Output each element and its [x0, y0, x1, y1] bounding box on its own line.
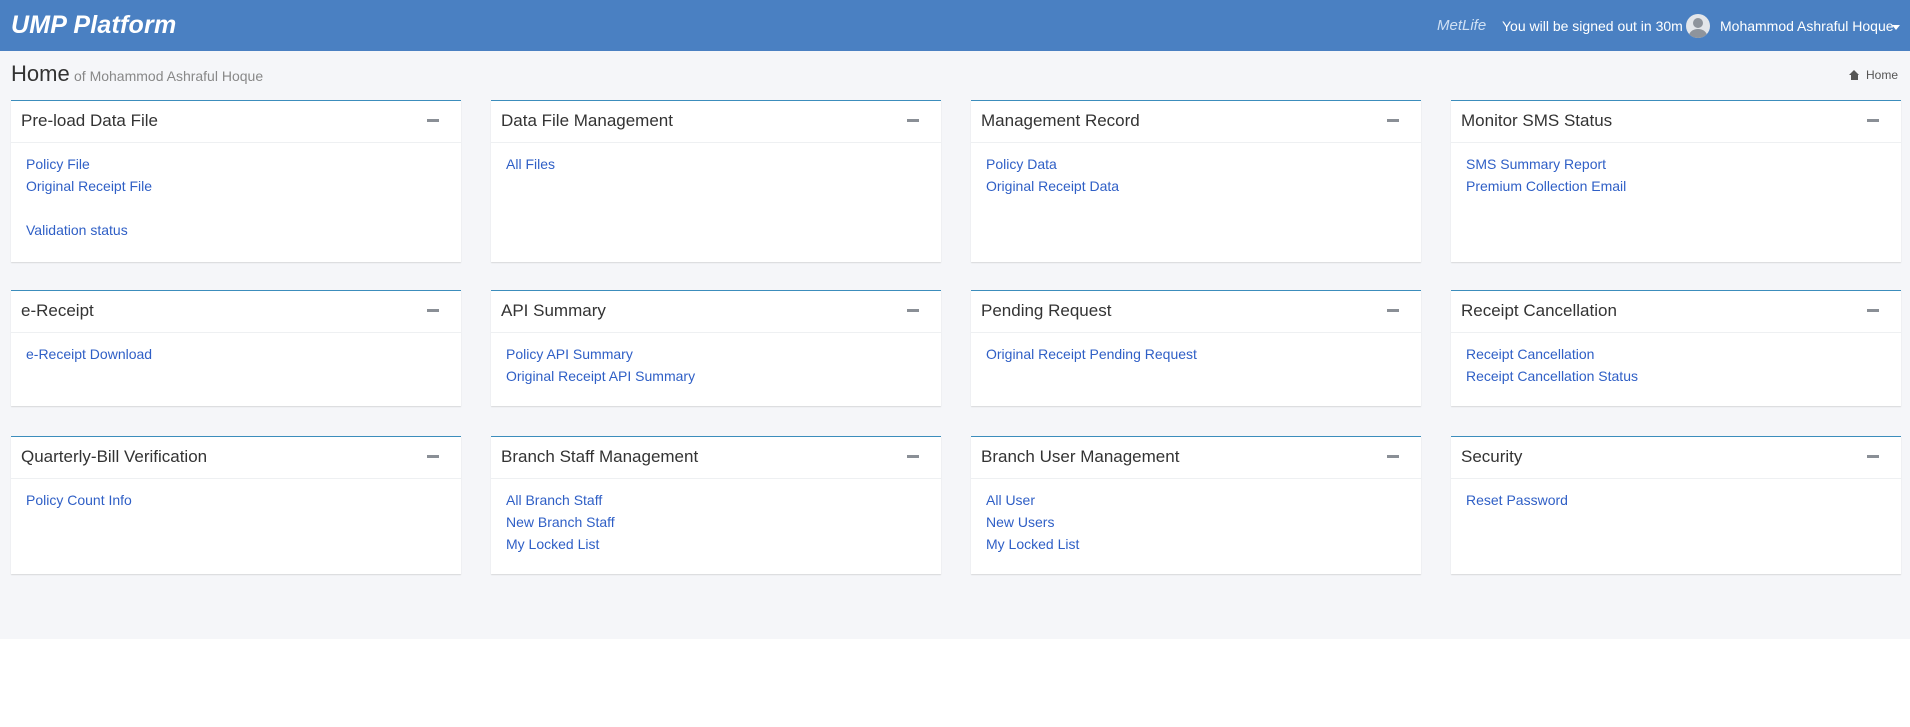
box-e-receipt: e-Receipt e-Receipt Download	[11, 290, 461, 406]
minus-icon[interactable]	[1387, 455, 1399, 458]
link-original-receipt-data[interactable]: Original Receipt Data	[986, 175, 1406, 197]
box-data-file-management: Data File Management All Files	[491, 100, 941, 262]
link-new-branch-staff[interactable]: New Branch Staff	[506, 511, 926, 533]
box-title: Quarterly-Bill Verification	[21, 447, 208, 466]
box-title: Security	[1461, 447, 1523, 466]
minus-icon[interactable]	[907, 309, 919, 312]
link-receipt-cancellation-status[interactable]: Receipt Cancellation Status	[1466, 365, 1886, 387]
minus-icon[interactable]	[427, 455, 439, 458]
link-policy-data[interactable]: Policy Data	[986, 153, 1406, 175]
link-premium-collection-email[interactable]: Premium Collection Email	[1466, 175, 1886, 197]
box-title: Receipt Cancellation	[1461, 301, 1617, 320]
link-original-receipt-api-summary[interactable]: Original Receipt API Summary	[506, 365, 926, 387]
box-pending-request: Pending Request Original Receipt Pending…	[971, 290, 1421, 406]
box-api-summary: API Summary Policy API Summary Original …	[491, 290, 941, 406]
content-wrapper: Home of Mohammod Ashraful Hoque Home Pre…	[0, 51, 1910, 639]
minus-icon[interactable]	[1867, 455, 1879, 458]
top-navbar: UMP Platform MetLife You will be signed …	[0, 0, 1910, 51]
box-branch-user-management: Branch User Management All User New User…	[971, 436, 1421, 574]
box-management-record: Management Record Policy Data Original R…	[971, 100, 1421, 262]
link-my-locked-list[interactable]: My Locked List	[986, 533, 1406, 555]
box-branch-staff-management: Branch Staff Management All Branch Staff…	[491, 436, 941, 574]
minus-icon[interactable]	[1387, 119, 1399, 122]
box-title: Pending Request	[981, 301, 1112, 320]
link-all-files[interactable]: All Files	[506, 153, 926, 175]
link-original-receipt-pending-request[interactable]: Original Receipt Pending Request	[986, 343, 1406, 365]
box-preload-data-file: Pre-load Data File Policy File Original …	[11, 100, 461, 262]
link-all-user[interactable]: All User	[986, 489, 1406, 511]
user-avatar-icon[interactable]	[1686, 14, 1710, 38]
box-quarterly-bill-verification: Quarterly-Bill Verification Policy Count…	[11, 436, 461, 574]
link-sms-summary-report[interactable]: SMS Summary Report	[1466, 153, 1886, 175]
box-security: Security Reset Password	[1451, 436, 1901, 574]
box-title: Pre-load Data File	[21, 111, 159, 130]
box-title: Data File Management	[501, 111, 673, 130]
box-title: Branch User Management	[981, 447, 1180, 466]
box-title: e-Receipt	[21, 301, 94, 320]
page-title: Home	[11, 61, 70, 86]
metlife-label: MetLife	[1437, 17, 1487, 34]
box-title: Monitor SMS Status	[1461, 111, 1613, 130]
link-reset-password[interactable]: Reset Password	[1466, 489, 1886, 511]
link-my-locked-list[interactable]: My Locked List	[506, 533, 926, 555]
link-policy-count-info[interactable]: Policy Count Info	[26, 489, 446, 511]
caret-down-icon[interactable]	[1892, 25, 1900, 30]
link-new-users[interactable]: New Users	[986, 511, 1406, 533]
minus-icon[interactable]	[427, 309, 439, 312]
minus-icon[interactable]	[907, 119, 919, 122]
minus-icon[interactable]	[427, 119, 439, 122]
link-e-receipt-download[interactable]: e-Receipt Download	[26, 343, 446, 365]
minus-icon[interactable]	[1867, 309, 1879, 312]
link-policy-file[interactable]: Policy File	[26, 153, 446, 175]
breadcrumb-home[interactable]: Home	[1866, 68, 1898, 82]
minus-icon[interactable]	[1387, 309, 1399, 312]
home-icon	[1848, 70, 1860, 80]
minus-icon[interactable]	[1867, 119, 1879, 122]
box-title: Branch Staff Management	[501, 447, 699, 466]
box-title: Management Record	[981, 111, 1140, 130]
box-monitor-sms-status: Monitor SMS Status SMS Summary Report Pr…	[1451, 100, 1901, 262]
brand-logo[interactable]: UMP Platform	[11, 11, 176, 40]
link-all-branch-staff[interactable]: All Branch Staff	[506, 489, 926, 511]
link-receipt-cancellation[interactable]: Receipt Cancellation	[1466, 343, 1886, 365]
user-menu-name[interactable]: Mohammod Ashraful Hoque	[1720, 18, 1894, 34]
link-validation-status[interactable]: Validation status	[26, 219, 446, 241]
link-original-receipt-file[interactable]: Original Receipt File	[26, 175, 446, 197]
page-subtitle: of Mohammod Ashraful Hoque	[74, 68, 264, 84]
box-receipt-cancellation: Receipt Cancellation Receipt Cancellatio…	[1451, 290, 1901, 406]
signout-timer-text: You will be signed out in 30m	[1502, 18, 1683, 34]
box-title: API Summary	[501, 301, 606, 320]
breadcrumb: Home	[1848, 68, 1898, 82]
minus-icon[interactable]	[907, 455, 919, 458]
link-policy-api-summary[interactable]: Policy API Summary	[506, 343, 926, 365]
